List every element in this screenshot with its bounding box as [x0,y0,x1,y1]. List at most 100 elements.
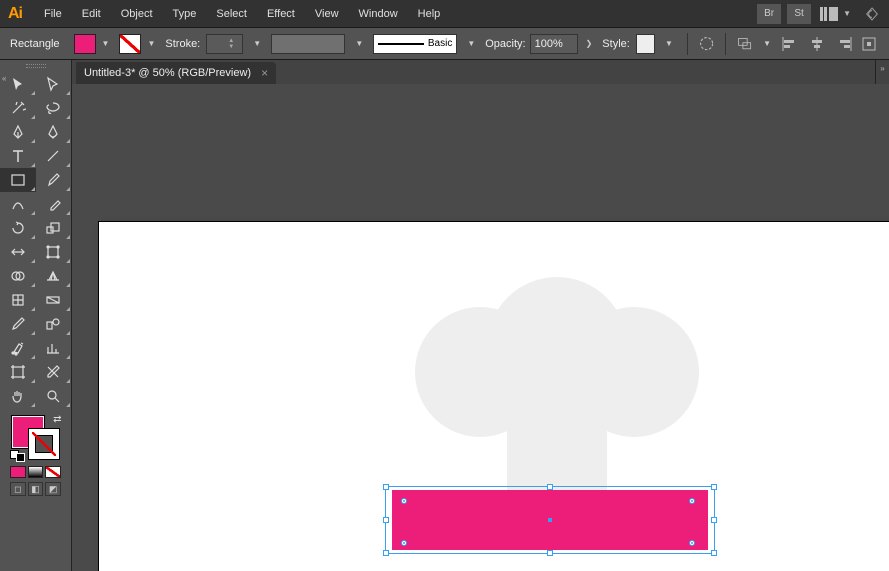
default-fill-stroke-icon[interactable] [10,450,25,462]
stroke-weight-dropdown[interactable]: ▼ [249,39,265,48]
zoom-tool[interactable] [36,384,72,408]
selection-tool[interactable] [0,72,36,96]
align-to-dropdown[interactable] [736,35,753,53]
fill-stroke-control: ⇄ [12,416,60,460]
opacity-input[interactable]: 100% [530,34,578,54]
path-chef-hat-shape[interactable] [415,277,699,507]
swap-fill-stroke-icon[interactable]: ⇄ [53,414,61,425]
resize-handle-nw[interactable] [383,484,389,490]
slice-tool[interactable] [36,360,72,384]
draw-behind-button[interactable]: ◧ [28,482,44,496]
width-tool[interactable] [0,240,36,264]
stock-icon[interactable]: St [787,4,811,24]
direct-selection-tool[interactable] [36,72,72,96]
menu-edit[interactable]: Edit [72,0,111,28]
graphic-style-dropdown[interactable]: ▼ [661,39,677,48]
fill-color-dropdown[interactable]: ▼ [98,39,114,48]
color-gradient-button[interactable] [28,466,44,478]
eraser-tool[interactable] [36,192,72,216]
hand-tool[interactable] [0,384,36,408]
menu-select[interactable]: Select [206,0,257,28]
align-to-caret[interactable]: ▼ [759,39,775,48]
shaper-tool[interactable] [0,192,36,216]
free-transform-tool[interactable] [36,240,72,264]
fill-color-swatch[interactable] [74,34,96,54]
style-label: Style: [602,38,630,50]
bridge-icon[interactable]: Br [757,4,781,24]
document-tab[interactable]: Untitled-3* @ 50% (RGB/Preview) × [76,62,276,84]
eyedropper-tool[interactable] [0,312,36,336]
selected-rectangle-shape[interactable] [392,490,708,550]
scale-tool[interactable] [36,216,72,240]
resize-handle-se[interactable] [711,550,717,556]
app-logo: Ai [8,5,22,23]
anchor-point[interactable] [689,540,695,546]
draw-normal-button[interactable]: ◻ [10,482,26,496]
draw-inside-button[interactable]: ◩ [45,482,61,496]
rectangle-tool[interactable] [0,168,36,192]
shape-builder-tool[interactable] [0,264,36,288]
resize-handle-ne[interactable] [711,484,717,490]
graphic-style-thumb[interactable] [636,34,655,54]
sync-settings-icon[interactable] [863,5,881,23]
close-tab-icon[interactable]: × [261,66,268,80]
menu-file[interactable]: File [34,0,72,28]
opacity-dropdown[interactable]: ❯ [582,39,597,48]
stroke-color-dropdown[interactable]: ▼ [143,39,159,48]
align-left-icon[interactable] [781,35,801,53]
color-none-button[interactable] [45,466,61,478]
canvas-area[interactable] [72,84,889,571]
anchor-point[interactable] [401,498,407,504]
resize-handle-e[interactable] [711,517,717,523]
pen-tool[interactable] [0,120,36,144]
panel-grip[interactable] [0,60,71,72]
menu-type[interactable]: Type [163,0,207,28]
recolor-artwork-icon[interactable] [698,35,715,53]
artboard-tool[interactable] [0,360,36,384]
variable-width-profile[interactable] [271,34,345,54]
document-tab-title: Untitled-3* @ 50% (RGB/Preview) [84,67,251,79]
lasso-tool[interactable] [36,96,72,120]
arrange-documents-button[interactable]: ▼ [820,7,851,21]
control-bar: Rectangle ▼ ▼ Stroke: ▲▼ ▼ ▼ Basic ▼ Opa… [0,28,889,60]
menu-object[interactable]: Object [111,0,163,28]
paintbrush-tool[interactable] [36,168,72,192]
brush-definition-dropdown[interactable]: ▼ [463,39,479,48]
expand-panels-icon[interactable]: » [876,64,889,73]
rotate-tool[interactable] [0,216,36,240]
stroke-label: Stroke: [165,38,200,50]
align-center-icon[interactable] [807,35,827,53]
mesh-tool[interactable] [0,288,36,312]
color-solid-button[interactable] [10,466,26,478]
variable-width-dropdown[interactable]: ▼ [351,39,367,48]
anchor-point[interactable] [689,498,695,504]
chevron-down-icon: ▼ [843,9,851,18]
line-segment-tool[interactable] [36,144,72,168]
resize-handle-sw[interactable] [383,550,389,556]
anchor-point[interactable] [401,540,407,546]
tools-panel: « ⇄ ◻ ◧ ◩ [0,60,72,571]
type-tool[interactable] [0,144,36,168]
gradient-tool[interactable] [36,288,72,312]
brush-definition[interactable]: Basic [373,34,457,54]
column-graph-tool[interactable] [36,336,72,360]
resize-handle-w[interactable] [383,517,389,523]
stroke-weight-input[interactable]: ▲▼ [206,34,243,54]
menu-help[interactable]: Help [408,0,451,28]
symbol-sprayer-tool[interactable] [0,336,36,360]
align-right-icon[interactable] [833,35,853,53]
perspective-grid-tool[interactable] [36,264,72,288]
resize-handle-s[interactable] [547,550,553,556]
top-menu-bar: Ai File Edit Object Type Select Effect V… [0,0,889,28]
transform-panel-icon[interactable] [859,35,879,53]
divider [725,33,726,55]
magic-wand-tool[interactable] [0,96,36,120]
menu-window[interactable]: Window [349,0,408,28]
stroke-color-swatch[interactable] [119,34,141,54]
menu-view[interactable]: View [305,0,349,28]
blend-tool[interactable] [36,312,72,336]
curvature-tool[interactable] [36,120,72,144]
stroke-swatch[interactable] [28,428,60,460]
menu-effect[interactable]: Effect [257,0,305,28]
artboard[interactable] [99,222,889,571]
